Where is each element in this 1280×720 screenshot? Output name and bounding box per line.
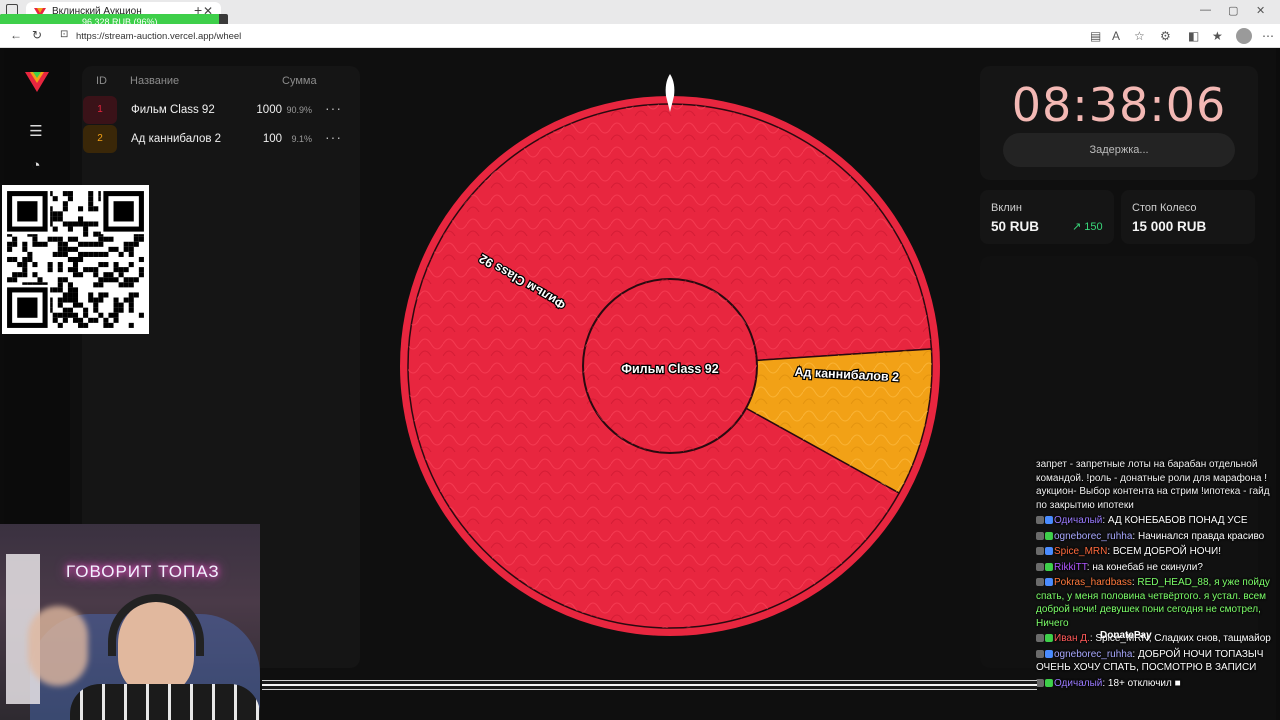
countdown-timer: 08:38:06 xyxy=(1011,78,1227,132)
lot-amount: 100 xyxy=(262,133,282,145)
lots-list-icon[interactable]: ☰ xyxy=(27,123,45,141)
chat-badge-icon xyxy=(1036,678,1044,687)
wheel-chart-icon[interactable]: ◔ xyxy=(27,157,45,175)
wheel-pointer-icon xyxy=(665,74,675,112)
split-screen-icon[interactable]: ◧ xyxy=(1188,29,1199,43)
chat-text: ВСЕМ ДОБРОЙ НОЧИ! xyxy=(1112,546,1221,557)
lots-header-name: Название xyxy=(130,75,180,87)
lot-row[interactable]: 2 Ад каннибалов 2 100 9.1% ··· xyxy=(82,125,360,153)
back-icon[interactable]: ← xyxy=(10,28,22,42)
donatepay-label: DonatePay xyxy=(1100,630,1152,641)
webcam-streamer-jacket xyxy=(70,684,260,720)
auction-wheel[interactable]: Фильм Class 92Ад каннибалов 2 Фильм Clas… xyxy=(395,92,945,640)
chat-text: АД КОНЕБАБОВ ПОНАД УСЕ xyxy=(1107,515,1248,526)
chat-badge-icon xyxy=(1036,562,1044,571)
chat-message: Одичалый: 18+ отключил ■ xyxy=(1034,677,1280,691)
lot-name: Ад каннибалов 2 xyxy=(131,133,222,145)
lot-id-badge: 1 xyxy=(83,96,117,124)
lot-id-badge: 2 xyxy=(83,125,117,153)
vklin-card: Вклин 50 RUB ↗ 150 xyxy=(980,190,1114,244)
extensions-icon[interactable]: ⚙ xyxy=(1160,29,1171,43)
url-input[interactable]: ⊡ https://stream-auction.vercel.app/whee… xyxy=(54,27,1084,45)
chat-badge-icon xyxy=(1045,649,1053,658)
favorite-icon[interactable]: ☆ xyxy=(1134,29,1145,43)
lot-more-icon[interactable]: ··· xyxy=(325,100,342,116)
webcam-overlay: ГОВОРИТ ТОПАЗ xyxy=(0,524,260,720)
stop-wheel-label: Стоп Колесо xyxy=(1132,202,1197,214)
chat-message: Одичалый: АД КОНЕБАБОВ ПОНАД УСЕ xyxy=(1034,514,1280,528)
maximize-icon[interactable]: ▢ xyxy=(1228,4,1238,17)
chat-text: 18+ отключил ■ xyxy=(1107,677,1181,689)
chat-badge-icon xyxy=(1036,531,1044,540)
chat-badge-icon xyxy=(1036,578,1044,586)
minimize-icon[interactable]: — xyxy=(1200,4,1211,16)
chat-overlay: запрет - запретные лоты на барабан отдел… xyxy=(1034,455,1280,720)
lot-percent: 90.9% xyxy=(286,105,312,115)
wheel-center-label: Фильм Class 92 xyxy=(621,362,718,376)
qr-code-image xyxy=(2,185,149,334)
close-window-icon[interactable]: ✕ xyxy=(1256,4,1265,17)
chat-message: ogneborec_ruhha: Начинался правда красив… xyxy=(1034,530,1280,544)
chat-badge-icon xyxy=(1045,678,1053,687)
chat-badge-icon xyxy=(1036,649,1044,658)
chat-username[interactable]: ogneborec_ruhha xyxy=(1054,649,1132,660)
stop-wheel-value: 15 000 RUB xyxy=(1132,219,1207,234)
vklin-delta-value: 150 xyxy=(1084,221,1103,233)
lot-percent: 9.1% xyxy=(291,134,312,144)
chat-badge-icon xyxy=(1036,634,1044,642)
chat-text: Начинался правда красиво xyxy=(1137,530,1265,542)
trend-up-icon: ↗ xyxy=(1072,221,1082,233)
chat-username[interactable]: Одичалый xyxy=(1054,515,1102,526)
address-bar: ← ↻ ⊡ https://stream-auction.vercel.app/… xyxy=(0,24,1280,48)
chat-username[interactable]: Spice_MRN xyxy=(1054,546,1107,557)
chat-badge-icon xyxy=(1045,547,1053,555)
lot-amount: 1000 xyxy=(256,104,282,116)
chat-message: Иван Д.: Spice_MRN, Сладких снов, тащмай… xyxy=(1034,632,1280,646)
app-logo-icon[interactable] xyxy=(24,68,50,94)
vklin-delta: ↗ 150 xyxy=(1072,220,1103,233)
chat-badge-icon xyxy=(1045,562,1053,571)
menu-icon[interactable]: ⋯ xyxy=(1262,29,1274,43)
bottom-line xyxy=(262,684,1037,686)
chat-badge-icon xyxy=(1045,634,1053,642)
site-info-icon[interactable]: ⊡ xyxy=(60,29,68,40)
chat-message: Spice_MRN: ВСЕМ ДОБРОЙ НОЧИ! xyxy=(1034,545,1280,559)
translate-icon[interactable]: A xyxy=(1112,29,1120,43)
chat-badge-icon xyxy=(1045,578,1053,586)
lots-header-id: ID xyxy=(96,75,107,87)
delay-button[interactable]: Задержка... xyxy=(1003,133,1235,167)
chat-message: Pokras_hardbass: RED_HEAD_88, я уже пойд… xyxy=(1036,577,1270,629)
stop-wheel-card: Стоп Колесо 15 000 RUB xyxy=(1121,190,1255,244)
vklin-label: Вклин xyxy=(991,202,1022,214)
chat-username[interactable]: Одичалый xyxy=(1054,678,1102,689)
url-text: https://stream-auction.vercel.app/wheel xyxy=(76,31,242,42)
chat-username[interactable]: ogneborec_ruhha xyxy=(1054,531,1132,542)
chat-intro: запрет - запретные лоты на барабан отдел… xyxy=(1036,459,1270,511)
chat-message: ogneborec_ruhha: ДОБРОЙ НОЧИ ТОПАЗЫЧ ОЧЕ… xyxy=(1036,648,1264,673)
chat-username[interactable]: Pokras_hardbass xyxy=(1054,577,1132,588)
lot-name: Фильм Class 92 xyxy=(131,104,215,116)
reload-icon[interactable]: ↻ xyxy=(32,28,42,42)
vklin-value: 50 RUB xyxy=(991,219,1040,234)
webcam-neon-sign: ГОВОРИТ ТОПАЗ xyxy=(66,562,220,581)
chat-badge-icon xyxy=(1036,516,1044,524)
read-mode-icon[interactable]: ▤ xyxy=(1090,29,1101,43)
chat-badge-icon xyxy=(1045,516,1053,524)
lots-header-amount: Сумма xyxy=(282,75,317,87)
chat-username[interactable]: Иван Д. xyxy=(1054,633,1090,644)
chat-username[interactable]: RikkiTT xyxy=(1054,562,1087,573)
profile-avatar[interactable] xyxy=(1236,28,1252,44)
chat-text: на конебаб не скинули? xyxy=(1092,561,1203,573)
lot-row[interactable]: 1 Фильм Class 92 1000 90.9% ··· xyxy=(82,96,360,124)
lot-more-icon[interactable]: ··· xyxy=(325,129,342,145)
chat-messages: Одичалый: АД КОНЕБАБОВ ПОНАД УСЕ ognebore… xyxy=(1034,514,1280,690)
chat-badge-icon xyxy=(1036,547,1044,555)
webcam-streamer-hand xyxy=(28,606,88,686)
chat-badge-icon xyxy=(1045,531,1053,540)
collections-icon[interactable]: ★ xyxy=(1212,29,1223,43)
chat-message: RikkiTT: на конебаб не скинули? xyxy=(1034,561,1280,575)
webcam-headset xyxy=(108,594,204,656)
